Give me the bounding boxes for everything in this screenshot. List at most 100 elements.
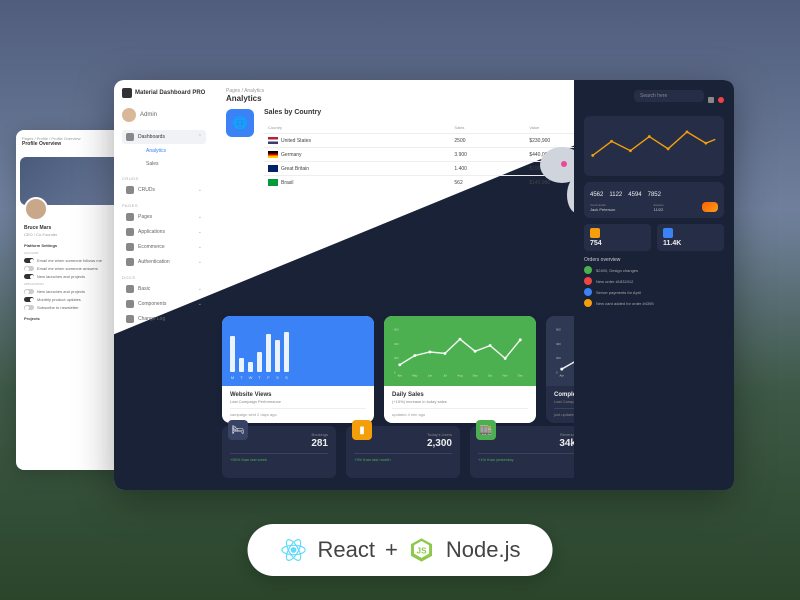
- mastercard-icon: [702, 202, 718, 212]
- stat-revenue[interactable]: 🏬Revenue34k+1% than yesterday: [470, 426, 584, 478]
- changelog-icon: [126, 315, 134, 323]
- section-heading: Platform Settings: [24, 243, 128, 248]
- svg-text:Oct: Oct: [488, 373, 493, 377]
- website-views-card[interactable]: MTWTFSS Website ViewsLast Campaign Perfo…: [222, 316, 374, 423]
- daily-sales-card[interactable]: AprMayJunJulAugSepOctNovDec0200400600 Da…: [384, 316, 536, 423]
- toggle[interactable]: [24, 258, 34, 263]
- search-input[interactable]: Search here: [634, 90, 704, 102]
- chevron-down-icon: ⌄: [198, 229, 202, 235]
- svg-text:0: 0: [394, 370, 396, 374]
- stat-tile[interactable]: 754: [584, 224, 651, 251]
- sidebar-item-basic[interactable]: Basic⌄: [122, 282, 206, 296]
- doc-icon: [126, 285, 134, 293]
- chevron-down-icon: ⌄: [198, 187, 202, 193]
- analytics-dashboard: Material Dashboard PRO Admin Dashboards⌃…: [114, 80, 734, 490]
- mini-line-chart[interactable]: [584, 116, 724, 176]
- chevron-down-icon: ⌄: [198, 244, 202, 250]
- lock-icon: [126, 258, 134, 266]
- sidebar-user[interactable]: Admin: [122, 108, 206, 122]
- dark-dashboard-panel: Search here 4562112245947852 Card Holder…: [574, 80, 734, 490]
- toggle[interactable]: [24, 289, 34, 294]
- stat-tile[interactable]: 11.4K: [657, 224, 724, 251]
- components-icon: [126, 300, 134, 308]
- dashboard-icon: [126, 133, 134, 141]
- svg-text:600: 600: [556, 328, 561, 332]
- list-item[interactable]: Server payments for April: [584, 288, 724, 296]
- image-icon: [126, 186, 134, 194]
- svg-text:200: 200: [556, 356, 561, 360]
- sidebar-item-analytics[interactable]: Analytics: [122, 145, 206, 157]
- sidebar-item-ecommerce[interactable]: Ecommerce⌄: [122, 240, 206, 254]
- avatar[interactable]: [24, 197, 48, 221]
- dot-icon: [584, 266, 592, 274]
- tech-badge: React + JS Node.js: [248, 524, 553, 576]
- avatar: [122, 108, 136, 122]
- chart-icon: ▮: [352, 420, 372, 440]
- list-item[interactable]: New order #1832412: [584, 277, 724, 285]
- orders-heading: Orders overview: [584, 257, 724, 263]
- react-icon: [280, 536, 308, 564]
- page-title: Analytics: [226, 94, 264, 103]
- flag-br-icon: [268, 179, 278, 186]
- toggle[interactable]: [24, 305, 34, 310]
- dot-icon: [584, 277, 592, 285]
- page-title: Profile Overview: [22, 141, 80, 147]
- nodejs-icon: JS: [408, 536, 436, 564]
- sidebar-item-pages[interactable]: Pages⌄: [122, 210, 206, 224]
- svg-text:0: 0: [556, 370, 558, 374]
- svg-text:Dec: Dec: [518, 373, 524, 377]
- toggle[interactable]: [24, 266, 34, 271]
- sidebar-item-cruds[interactable]: CRUDs⌄: [122, 183, 206, 197]
- tile-icon: [590, 228, 600, 238]
- svg-text:Sep: Sep: [472, 373, 478, 377]
- stat-users[interactable]: ▮Today's Users2,300+3% than last month: [346, 426, 460, 478]
- chevron-up-icon: ⌃: [198, 134, 202, 140]
- svg-text:Nov: Nov: [503, 373, 509, 377]
- svg-text:May: May: [412, 373, 418, 377]
- sidebar-item-changelog[interactable]: Change Log: [122, 312, 206, 326]
- svg-text:Apr: Apr: [398, 373, 403, 377]
- chevron-down-icon: ⌄: [198, 214, 202, 220]
- user-name: Bruce Mars: [24, 225, 128, 231]
- logo-icon: [122, 88, 132, 98]
- apps-icon: [126, 228, 134, 236]
- chevron-down-icon: ⌄: [198, 301, 202, 307]
- svg-text:JS: JS: [417, 547, 428, 556]
- list-item[interactable]: New card added for order #4395: [584, 299, 724, 307]
- globe-icon: 🌐: [226, 109, 254, 137]
- bell-icon[interactable]: [718, 97, 724, 103]
- dot-icon: [584, 299, 592, 307]
- credit-card[interactable]: 4562112245947852 Card HolderJack Peterso…: [584, 182, 724, 218]
- bed-icon: 🛏: [228, 420, 248, 440]
- store-icon: 🏬: [476, 420, 496, 440]
- svg-text:400: 400: [394, 342, 399, 346]
- svg-text:Apr: Apr: [560, 373, 565, 377]
- flag-de-icon: [268, 151, 278, 158]
- sidebar-item-components[interactable]: Components⌄: [122, 297, 206, 311]
- flag-gb-icon: [268, 165, 278, 172]
- sidebar-item-dashboards[interactable]: Dashboards⌃: [122, 130, 206, 144]
- toggle[interactable]: [24, 297, 34, 302]
- toggle[interactable]: [24, 274, 34, 279]
- svg-text:Jul: Jul: [443, 373, 447, 377]
- sidebar: Material Dashboard PRO Admin Dashboards⌃…: [114, 80, 214, 340]
- stat-bookings[interactable]: 🛏Bookings281+55% than last week: [222, 426, 336, 478]
- user-role: CEO / Co-Founder: [24, 232, 128, 237]
- list-item[interactable]: $2400, Design changes: [584, 266, 724, 274]
- gear-icon[interactable]: [708, 97, 714, 103]
- sidebar-item-applications[interactable]: Applications⌄: [122, 225, 206, 239]
- svg-text:200: 200: [394, 356, 399, 360]
- chevron-down-icon: ⌄: [198, 259, 202, 265]
- tile-icon: [663, 228, 673, 238]
- chevron-down-icon: ⌄: [198, 286, 202, 292]
- svg-text:400: 400: [556, 342, 561, 346]
- logo[interactable]: Material Dashboard PRO: [122, 88, 206, 98]
- svg-text:600: 600: [394, 328, 399, 332]
- pages-icon: [126, 213, 134, 221]
- cart-icon: [126, 243, 134, 251]
- sidebar-item-authentication[interactable]: Authentication⌄: [122, 255, 206, 269]
- dot-icon: [584, 288, 592, 296]
- svg-text:Aug: Aug: [457, 373, 463, 377]
- svg-text:Jun: Jun: [428, 373, 433, 377]
- sidebar-item-sales[interactable]: Sales: [122, 158, 206, 170]
